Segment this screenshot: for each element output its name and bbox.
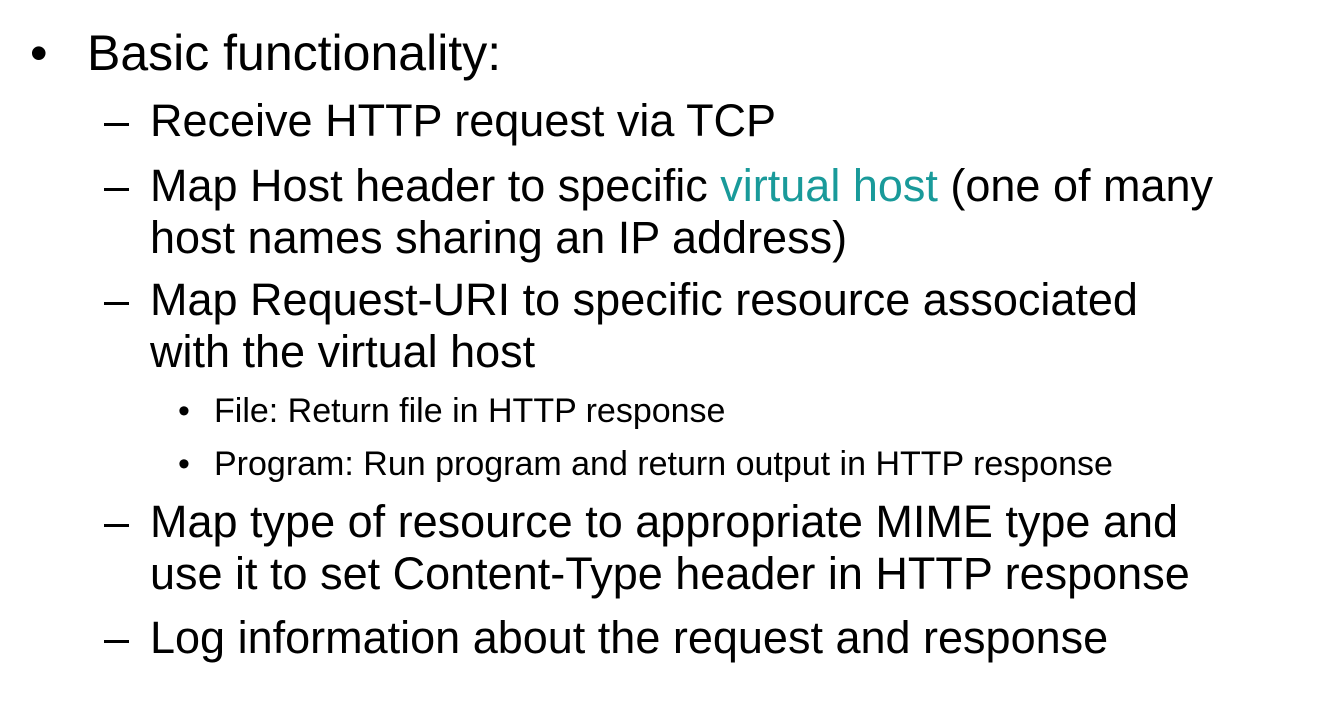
dash-icon: – xyxy=(104,95,130,146)
sub-bullet-icon: • xyxy=(178,445,190,483)
list-item-text: Map Host header to specific xyxy=(150,160,721,211)
sub-list-item: Program: Run program and return output i… xyxy=(214,445,1113,483)
bullet-icon: • xyxy=(30,25,48,81)
dash-icon: – xyxy=(104,274,130,325)
list-item: Receive HTTP request via TCP xyxy=(150,95,777,146)
list-item: Log information about the request and re… xyxy=(150,612,1109,663)
list-item-continuation: with the virtual host xyxy=(150,326,536,377)
list-item: Map Host header to specific virtual host… xyxy=(150,160,1213,212)
dash-icon: – xyxy=(104,496,130,547)
list-item: Map Request-URI to specific resource ass… xyxy=(150,274,1138,325)
slide: • Basic functionality: – Receive HTTP re… xyxy=(0,0,1334,703)
list-item-continuation: use it to set Content-Type header in HTT… xyxy=(150,548,1190,599)
dash-icon: – xyxy=(104,612,130,663)
heading: Basic functionality: xyxy=(87,25,502,81)
sub-bullet-icon: • xyxy=(178,392,190,430)
list-item-text: (one of many xyxy=(937,160,1214,211)
virtual-host-link[interactable]: virtual host xyxy=(720,160,938,211)
dash-icon: – xyxy=(104,160,130,211)
list-item-continuation: host names sharing an IP address) xyxy=(150,212,848,263)
sub-list-item: File: Return file in HTTP response xyxy=(214,392,726,430)
list-item: Map type of resource to appropriate MIME… xyxy=(150,496,1179,547)
